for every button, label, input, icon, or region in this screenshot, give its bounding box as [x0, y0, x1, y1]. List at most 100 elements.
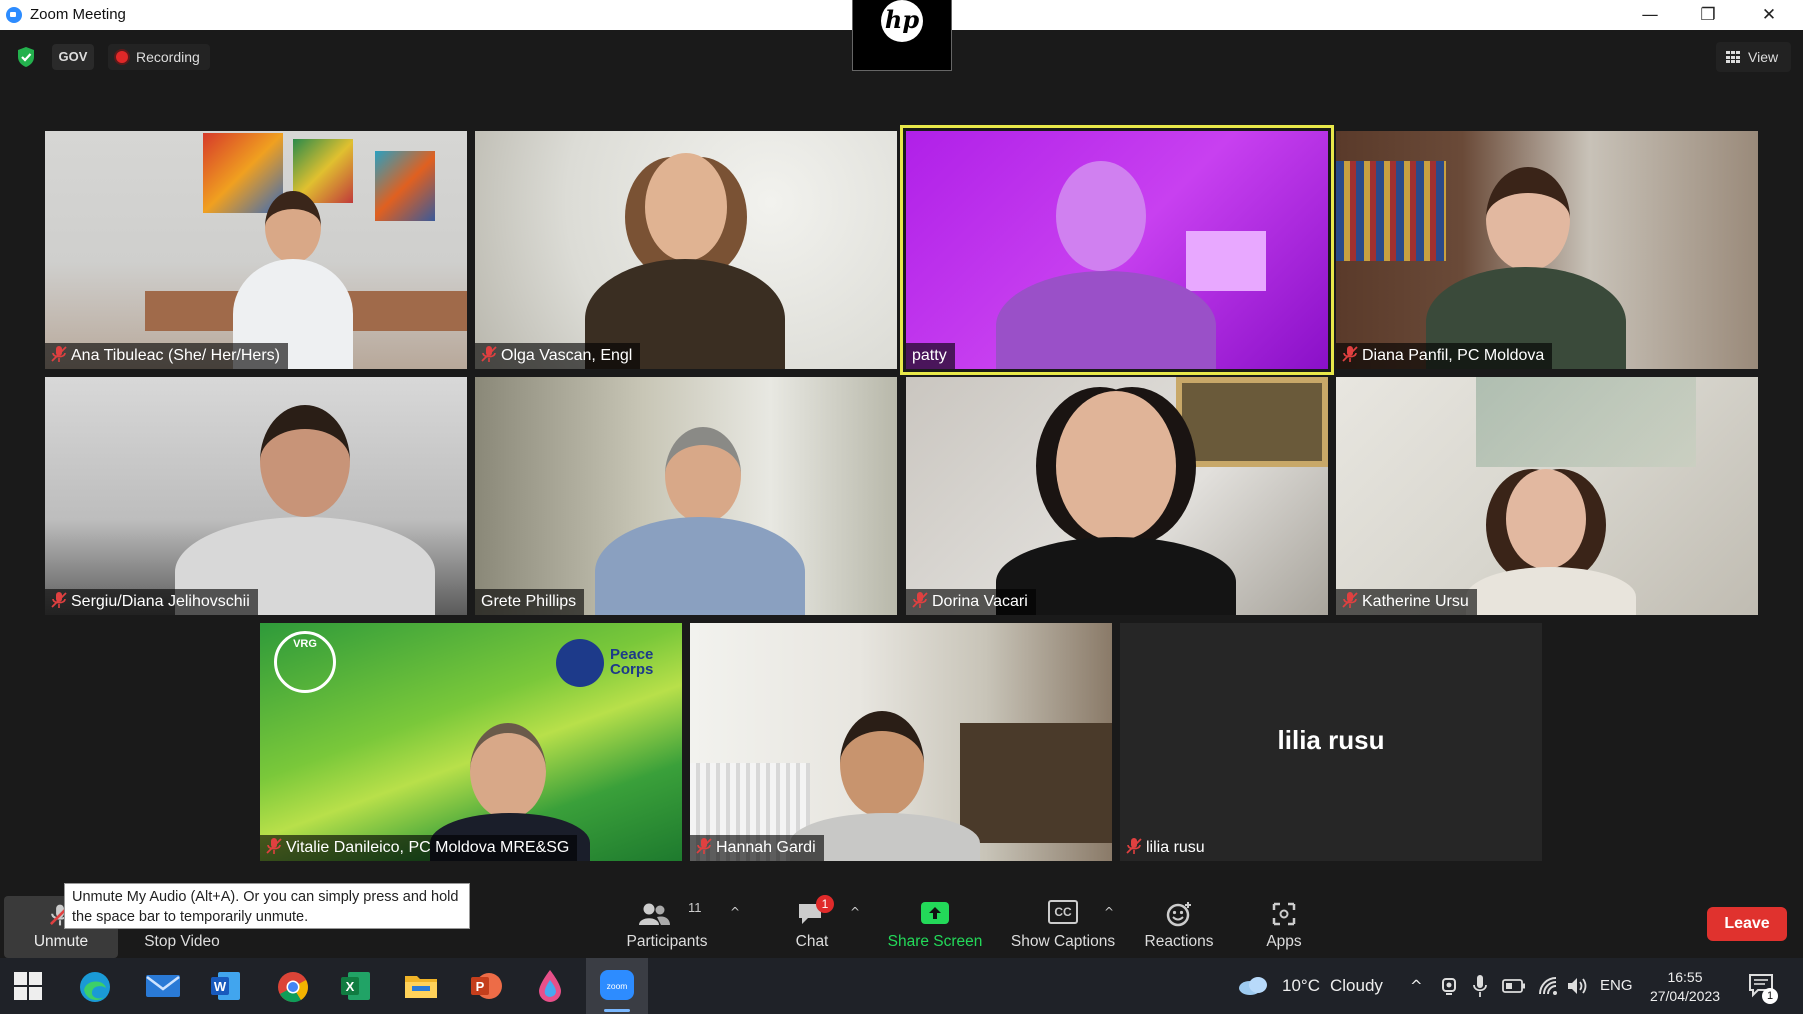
- muted-mic-icon: [1342, 592, 1358, 608]
- muted-mic-icon: [51, 346, 67, 362]
- video-tile[interactable]: Olga Vascan, Engl: [475, 131, 897, 369]
- wall-painting: [203, 133, 283, 213]
- participants-button[interactable]: 11 Participants: [614, 880, 720, 958]
- video-tile[interactable]: Grete Phillips: [475, 377, 897, 615]
- apps-icon: [1272, 902, 1296, 926]
- view-button[interactable]: View: [1716, 42, 1791, 72]
- share-screen-icon: [921, 902, 949, 924]
- wifi-icon[interactable]: [1538, 976, 1560, 996]
- participant-name-tag: Diana Panfil, PC Moldova: [1336, 343, 1553, 369]
- video-tile[interactable]: lilia rusu lilia rusu: [1120, 623, 1542, 861]
- participant-name-tag: Olga Vascan, Engl: [475, 343, 641, 369]
- volume-icon[interactable]: [1566, 976, 1590, 996]
- chrome-icon[interactable]: [276, 970, 310, 1004]
- excel-icon[interactable]: X: [340, 970, 372, 1002]
- show-captions-label: Show Captions: [1010, 933, 1116, 950]
- reactions-icon: [1166, 902, 1191, 927]
- unmute-tooltip: Unmute My Audio (Alt+A). Or you can simp…: [64, 883, 470, 929]
- video-tile[interactable]: Sergiu/Diana Jelihovschii: [45, 377, 467, 615]
- vrg-logo: VRG: [274, 631, 336, 693]
- video-tile[interactable]: Hannah Gardi: [690, 623, 1112, 861]
- muted-mic-icon: [1342, 346, 1358, 362]
- leave-button[interactable]: Leave: [1707, 907, 1787, 941]
- close-button[interactable]: ✕: [1746, 2, 1792, 28]
- participant-name-tag: Sergiu/Diana Jelihovschii: [45, 589, 258, 615]
- participants-count: 11: [688, 900, 702, 915]
- microphone-icon[interactable]: [1472, 974, 1488, 998]
- participant-head: [1056, 391, 1176, 541]
- chat-unread-badge: 1: [816, 895, 834, 913]
- taskbar-clock[interactable]: 16:55 27/04/2023: [1640, 968, 1730, 1006]
- participant-name-tag: Ana Tibuleac (She/ Her/Hers): [45, 343, 288, 369]
- participant-name-tag: lilia rusu: [1120, 835, 1213, 861]
- video-tile[interactable]: Dorina Vacari: [906, 377, 1328, 615]
- muted-mic-icon: [912, 592, 928, 608]
- share-screen-label: Share Screen: [887, 933, 983, 950]
- muted-mic-icon: [266, 838, 282, 854]
- grid-view-icon: [1726, 51, 1740, 63]
- show-captions-button[interactable]: CC Show Captions: [1008, 880, 1118, 958]
- participants-options-caret-icon[interactable]: ^: [730, 905, 740, 919]
- video-tile[interactable]: Katherine Ursu: [1336, 377, 1758, 615]
- reactions-label: Reactions: [1144, 933, 1214, 950]
- participant-name: Hannah Gardi: [716, 839, 816, 856]
- zoom-logo-icon: [6, 7, 22, 23]
- muted-mic-icon: [51, 592, 67, 608]
- recording-dot-icon: [116, 51, 128, 63]
- notification-count-badge: 1: [1762, 988, 1778, 1004]
- captions-options-caret-icon[interactable]: ^: [1104, 905, 1114, 919]
- paint-icon[interactable]: [536, 968, 564, 1004]
- muted-mic-icon: [696, 838, 712, 854]
- powerpoint-icon[interactable]: P: [470, 970, 502, 1002]
- weather-condition[interactable]: Cloudy: [1330, 958, 1383, 1014]
- participant-head: [665, 427, 741, 523]
- window-title: Zoom Meeting: [30, 6, 126, 23]
- participants-label: Participants: [626, 933, 708, 950]
- mail-icon[interactable]: [145, 972, 181, 1000]
- minimize-button[interactable]: —: [1627, 2, 1673, 28]
- wall-painting: [1476, 377, 1696, 467]
- apps-button[interactable]: Apps: [1252, 880, 1316, 958]
- muted-mic-icon: [1126, 838, 1142, 854]
- svg-text:P: P: [476, 979, 485, 994]
- share-screen-button[interactable]: Share Screen: [884, 880, 986, 958]
- weather-temperature[interactable]: 10°C: [1282, 958, 1320, 1014]
- cloudy-weather-icon[interactable]: [1236, 974, 1270, 996]
- webcam-icon[interactable]: [1440, 976, 1460, 996]
- shield-check-icon[interactable]: [16, 46, 36, 68]
- recording-indicator[interactable]: Recording: [108, 44, 210, 70]
- participant-name: Katherine Ursu: [1362, 593, 1469, 610]
- chat-options-caret-icon[interactable]: ^: [850, 905, 860, 919]
- file-explorer-icon[interactable]: [404, 972, 438, 1000]
- svg-text:W: W: [214, 979, 227, 994]
- restore-button[interactable]: ❐: [1685, 2, 1731, 28]
- participant-display-name: lilia rusu: [1277, 725, 1385, 755]
- chat-button[interactable]: 1 Chat: [774, 880, 850, 958]
- reactions-button[interactable]: Reactions: [1132, 880, 1226, 958]
- participant-head: [645, 153, 727, 261]
- hp-logo-overlay: hp: [852, 0, 952, 71]
- battery-icon[interactable]: [1502, 978, 1526, 994]
- word-icon[interactable]: W: [210, 970, 242, 1002]
- show-hidden-icons-chevron-icon[interactable]: ^: [1410, 958, 1423, 1014]
- participants-icon: [639, 903, 671, 925]
- participant-name-tag: Dorina Vacari: [906, 589, 1036, 615]
- windows-start-icon[interactable]: [14, 972, 42, 1000]
- participant-name: Diana Panfil, PC Moldova: [1362, 347, 1545, 364]
- windows-taskbar: W X P zoom 10°C Cloudy ^ ENG 16:55 27/04…: [0, 958, 1803, 1014]
- video-tile[interactable]: Diana Panfil, PC Moldova: [1336, 131, 1758, 369]
- hp-logo: hp: [881, 0, 923, 42]
- unmute-label: Unmute: [33, 933, 89, 950]
- svg-text:X: X: [346, 979, 355, 994]
- participant-head: [840, 711, 924, 817]
- video-tile[interactable]: Ana Tibuleac (She/ Her/Hers): [45, 131, 467, 369]
- participant-name: Olga Vascan, Engl: [501, 347, 633, 364]
- edge-icon[interactable]: [78, 970, 112, 1004]
- participant-name-tag: Grete Phillips: [475, 589, 585, 615]
- participant-name-tag: Hannah Gardi: [690, 835, 824, 861]
- gov-badge[interactable]: GOV: [52, 44, 94, 70]
- participant-name: lilia rusu: [1146, 839, 1205, 856]
- video-tile[interactable]: VRG Peace Corps Vitalie Danileico, PC Mo…: [260, 623, 682, 861]
- input-language[interactable]: ENG: [1600, 958, 1633, 1014]
- zoom-taskbar-item[interactable]: zoom: [586, 958, 648, 1014]
